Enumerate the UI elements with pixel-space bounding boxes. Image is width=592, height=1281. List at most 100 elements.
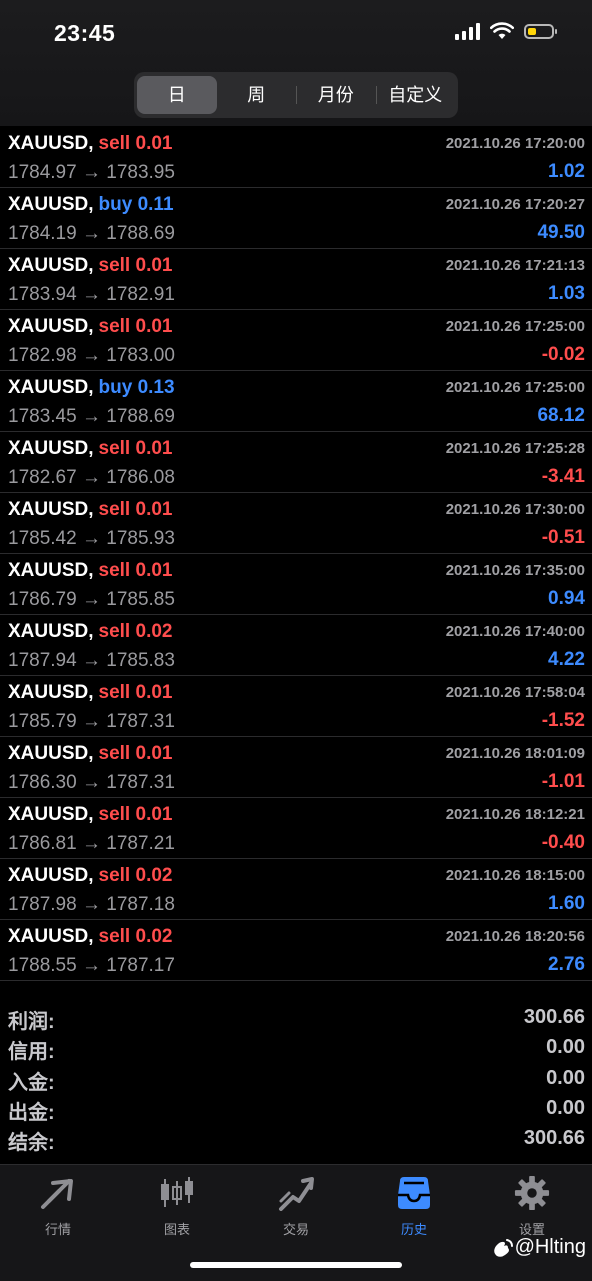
trade-time: 2021.10.26 17:25:28	[445, 440, 585, 457]
trade-side: buy	[98, 377, 133, 398]
trade-prices: 1787.98 → 1787.18	[8, 894, 175, 916]
summary-label: 结余:	[8, 1132, 55, 1155]
weibo-logo-icon	[493, 1238, 513, 1257]
status-icons	[455, 22, 557, 40]
trade-prices: 1786.30 → 1787.31	[8, 772, 175, 794]
trade-row[interactable]: XAUUSD, buy 0.11 2021.10.26 17:20:27 1784.1…	[0, 188, 592, 249]
trade-time: 2021.10.26 17:21:13	[445, 257, 585, 274]
trade-row[interactable]: XAUUSD, buy 0.13 2021.10.26 17:25:00 1783.4…	[0, 371, 592, 432]
trade-title: XAUUSD, sell 0.01	[8, 438, 172, 460]
open-price: 1785.42	[8, 528, 77, 549]
trade-row[interactable]: XAUUSD, sell 0.01 2021.10.26 17:30:00 1785.…	[0, 493, 592, 554]
trade-title: XAUUSD, sell 0.01	[8, 499, 172, 521]
trade-volume: 0.01	[135, 499, 173, 520]
trade-profit: -3.41	[541, 466, 585, 487]
close-price: 1783.95	[106, 162, 175, 183]
tab-label: 图表	[163, 1222, 190, 1237]
trade-volume: 0.02	[135, 926, 173, 947]
wifi-icon	[490, 22, 514, 39]
trade-volume: 0.01	[135, 255, 173, 276]
trade-prices: 1784.97 → 1783.95	[8, 162, 175, 184]
trade-side: sell	[98, 255, 131, 276]
trade-volume: 0.01	[135, 804, 173, 825]
trade-prices: 1786.81 → 1787.21	[8, 833, 175, 855]
summary-row: 结余: 300.66	[0, 1124, 592, 1154]
trade-row[interactable]: XAUUSD, sell 0.02 2021.10.26 18:20:56 1788.…	[0, 920, 592, 981]
tab-quotes[interactable]: 行情	[8, 1173, 108, 1238]
trade-row[interactable]: XAUUSD, sell 0.01 2021.10.26 18:12:21 1786.…	[0, 798, 592, 859]
home-indicator[interactable]	[190, 1262, 402, 1268]
close-price: 1782.91	[106, 284, 175, 305]
trade-volume: 0.02	[135, 865, 173, 886]
trade-side: sell	[98, 316, 131, 337]
tab-history[interactable]: 历史	[364, 1173, 464, 1238]
trade-profit: 1.03	[548, 283, 585, 304]
trade-title: XAUUSD, sell 0.02	[8, 926, 172, 948]
trade-title: XAUUSD, buy 0.13	[8, 377, 175, 399]
trade-side: sell	[98, 560, 131, 581]
tab-settings[interactable]: 设置	[482, 1173, 582, 1238]
trade-title: XAUUSD, sell 0.01	[8, 560, 172, 582]
trade-volume: 0.01	[135, 682, 173, 703]
trade-row[interactable]: XAUUSD, sell 0.01 2021.10.26 17:25:00 1782.…	[0, 310, 592, 371]
tab-trade[interactable]: 交易	[246, 1173, 346, 1238]
trade-side: sell	[98, 133, 131, 154]
trade-prices: 1785.79 → 1787.31	[8, 711, 175, 733]
open-price: 1783.45	[8, 406, 77, 427]
trade-time: 2021.10.26 17:20:00	[445, 135, 585, 152]
trade-time: 2021.10.26 17:35:00	[445, 562, 585, 579]
trade-profit: -0.40	[541, 832, 585, 853]
cellular-signal-icon	[455, 22, 480, 40]
trade-time: 2021.10.26 18:01:09	[445, 745, 585, 762]
trade-side: sell	[98, 804, 131, 825]
trade-row[interactable]: XAUUSD, sell 0.01 2021.10.26 18:01:09 1786.…	[0, 737, 592, 798]
open-price: 1785.79	[8, 711, 77, 732]
arrow-right-icon: →	[81, 345, 101, 366]
trade-profit: 0.94	[548, 588, 585, 609]
trade-title: XAUUSD, sell 0.01	[8, 133, 172, 155]
trade-row[interactable]: XAUUSD, sell 0.01 2021.10.26 17:35:00 1786.…	[0, 554, 592, 615]
trade-profit: -0.02	[541, 344, 585, 365]
trade-time: 2021.10.26 17:30:00	[445, 501, 585, 518]
trade-time: 2021.10.26 17:40:00	[445, 623, 585, 640]
trade-row[interactable]: XAUUSD, sell 0.02 2021.10.26 17:40:00 1787.…	[0, 615, 592, 676]
quotes-icon	[41, 1179, 73, 1209]
open-price: 1788.55	[8, 955, 77, 976]
close-price: 1787.18	[106, 894, 175, 915]
period-tab[interactable]: 自定义	[375, 76, 456, 114]
trade-prices: 1782.67 → 1786.08	[8, 467, 175, 489]
header: 23:45 日周月份 自定义	[0, 0, 592, 126]
arrow-right-icon: →	[81, 162, 101, 183]
period-tab[interactable]: 月份	[296, 76, 376, 114]
arrow-right-icon: →	[81, 467, 101, 488]
period-tab[interactable]: 日	[137, 76, 217, 114]
trade-symbol: XAUUSD,	[8, 133, 94, 154]
trade-row[interactable]: XAUUSD, sell 0.01 2021.10.26 17:20:00 1784.…	[0, 127, 592, 188]
close-price: 1787.17	[106, 955, 175, 976]
tab-chart[interactable]: 图表	[127, 1173, 227, 1238]
summary-label: 出金:	[8, 1101, 55, 1124]
trade-history-list: XAUUSD, sell 0.01 2021.10.26 17:20:00 1784.…	[0, 127, 592, 981]
tab-label: 行情	[44, 1222, 71, 1237]
arrow-right-icon: →	[81, 772, 101, 793]
close-price: 1787.31	[106, 711, 175, 732]
open-price: 1782.67	[8, 467, 77, 488]
summary-row: 利润: 300.66	[0, 1003, 592, 1033]
summary-label: 入金:	[8, 1071, 55, 1094]
period-tab[interactable]: 周	[217, 76, 297, 114]
settings-icon	[514, 1175, 550, 1211]
trade-row[interactable]: XAUUSD, sell 0.01 2021.10.26 17:21:13 1783.…	[0, 249, 592, 310]
history-icon	[398, 1177, 430, 1209]
trade-row[interactable]: XAUUSD, sell 0.02 2021.10.26 18:15:00 1787.…	[0, 859, 592, 920]
close-price: 1787.21	[106, 833, 175, 854]
trade-title: XAUUSD, sell 0.02	[8, 865, 172, 887]
trade-volume: 0.11	[137, 194, 174, 215]
trade-title: XAUUSD, sell 0.01	[8, 743, 172, 765]
trade-side: buy	[98, 194, 133, 215]
trade-profit: 49.50	[537, 222, 585, 243]
arrow-right-icon: →	[81, 528, 101, 549]
trade-row[interactable]: XAUUSD, sell 0.01 2021.10.26 17:58:04 1785.…	[0, 676, 592, 737]
trade-row[interactable]: XAUUSD, sell 0.01 2021.10.26 17:25:28 1782.…	[0, 432, 592, 493]
trade-side: sell	[98, 926, 131, 947]
close-price: 1788.69	[106, 406, 175, 427]
